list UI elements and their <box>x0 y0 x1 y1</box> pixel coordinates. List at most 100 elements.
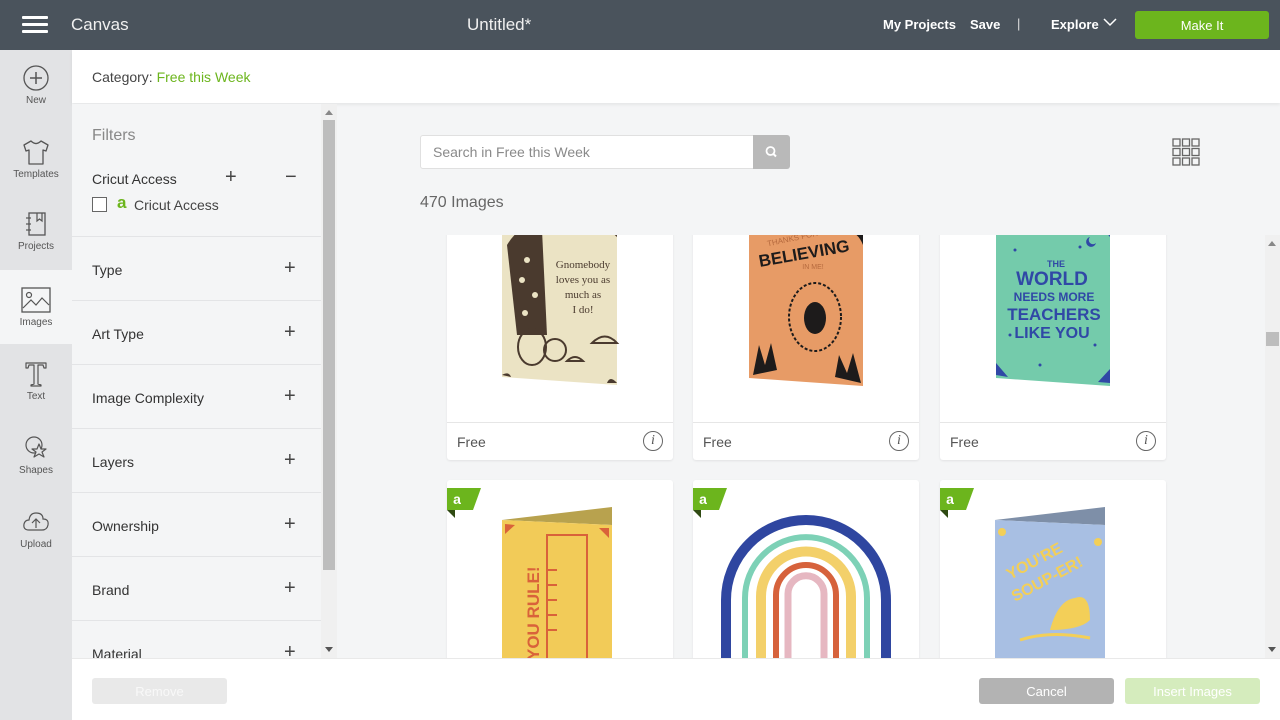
notebook-icon <box>26 212 46 236</box>
category-breadcrumb: Category: Free this Week <box>92 69 250 85</box>
chevron-down-icon[interactable] <box>1103 17 1117 27</box>
filter-label: Layers <box>92 454 135 470</box>
cricut-access-badge-icon: a <box>693 488 727 518</box>
cricut-access-checkbox[interactable] <box>92 197 107 212</box>
image-card[interactable]: YOU'RE SOUP-ER! a <box>940 480 1166 658</box>
info-icon[interactable]: i <box>889 431 909 451</box>
filter-ownership[interactable]: Ownership + <box>72 492 321 556</box>
image-card[interactable]: YOU RULE! a <box>447 480 673 658</box>
shapes-icon <box>25 436 47 458</box>
scroll-down-arrow-icon[interactable] <box>1268 647 1276 652</box>
nav-images[interactable]: Images <box>0 270 72 344</box>
filters-scrollbar[interactable] <box>321 104 337 658</box>
filter-label: Art Type <box>92 326 144 342</box>
nav-text[interactable]: Text <box>0 360 72 434</box>
explore-menu[interactable]: Explore <box>1051 17 1099 32</box>
expand-plus-icon[interactable]: + <box>284 385 296 408</box>
nav-new[interactable]: New <box>0 64 72 138</box>
expand-plus-icon[interactable]: + <box>284 513 296 536</box>
expand-plus-icon[interactable]: + <box>284 321 296 344</box>
filter-brand[interactable]: Brand + <box>72 556 321 620</box>
filter-art-type[interactable]: Art Type + <box>72 300 321 364</box>
filter-layers[interactable]: Layers + <box>72 428 321 492</box>
grid-view-icon[interactable] <box>1172 138 1200 166</box>
remove-button[interactable]: Remove <box>92 678 227 704</box>
cricut-access-badge-icon: a <box>447 488 481 518</box>
card-thumbnail-teachers: THE WORLD NEEDS MORE TEACHERS LIKE YOU <box>996 235 1110 386</box>
text-t-icon <box>25 362 47 387</box>
make-it-button[interactable]: Make It <box>1135 11 1269 39</box>
insert-images-button[interactable]: Insert Images <box>1125 678 1260 704</box>
cloud-upload-icon <box>23 512 49 531</box>
bottom-action-bar: Remove Cancel Insert Images <box>72 658 1280 720</box>
filter-label: Material <box>92 646 142 658</box>
results-count: 470 Images <box>420 194 504 211</box>
menu-hamburger-icon[interactable] <box>22 16 48 34</box>
filter-label: Ownership <box>92 518 159 534</box>
card-price: Free <box>457 434 486 450</box>
image-gallery: Gnomebody loves you as much as I do! Fre… <box>337 235 1262 658</box>
expand-plus-icon[interactable]: + <box>284 577 296 600</box>
search-icon <box>765 146 777 158</box>
nav-label: Text <box>26 391 46 402</box>
card-thumbnail-believing: THANKS FOR BELIEVING IN ME! <box>749 235 863 386</box>
image-card[interactable]: THE WORLD NEEDS MORE TEACHERS LIKE YOU F… <box>940 235 1166 460</box>
collapse-minus-icon[interactable]: − <box>285 166 297 189</box>
cricut-access-checkbox-label[interactable]: Cricut Access <box>134 197 219 213</box>
image-card[interactable]: a <box>693 480 919 658</box>
filter-label: Type <box>92 262 123 278</box>
scrollbar-thumb[interactable] <box>1266 332 1279 346</box>
card-price: Free <box>950 434 979 450</box>
save-link[interactable]: Save <box>970 17 1000 32</box>
card-price: Free <box>703 434 732 450</box>
category-value[interactable]: Free this Week <box>157 69 251 85</box>
nav-label: Projects <box>17 241 55 252</box>
filter-material[interactable]: Material + <box>72 620 321 658</box>
card-footer: Free i <box>447 422 673 460</box>
nav-label: Upload <box>20 539 52 550</box>
my-projects-link[interactable]: My Projects <box>883 17 956 32</box>
info-icon[interactable]: i <box>1136 431 1156 451</box>
cancel-button[interactable]: Cancel <box>979 678 1114 704</box>
expand-plus-icon[interactable]: + <box>225 166 237 189</box>
search-input[interactable] <box>420 135 754 169</box>
image-card[interactable]: THANKS FOR BELIEVING IN ME! Free i <box>693 235 919 460</box>
card-text: WORLD <box>1016 269 1088 290</box>
card-text: TEACHERS <box>1007 305 1101 324</box>
scroll-up-arrow-icon[interactable] <box>325 110 333 115</box>
search-button[interactable] <box>753 135 790 169</box>
filter-image-complexity[interactable]: Image Complexity + <box>72 364 321 428</box>
info-icon[interactable]: i <box>643 431 663 451</box>
card-text: I do! <box>572 304 593 316</box>
card-text: LIKE YOU <box>1014 325 1089 342</box>
expand-plus-icon[interactable]: + <box>284 257 296 280</box>
nav-upload[interactable]: Upload <box>0 508 72 582</box>
rainbow-arc <box>784 572 828 658</box>
nav-label: Images <box>19 317 53 328</box>
nav-templates[interactable]: Templates <box>0 138 72 212</box>
image-card[interactable]: Gnomebody loves you as much as I do! Fre… <box>447 235 673 460</box>
nav-label: Templates <box>13 169 59 180</box>
expand-plus-icon[interactable]: + <box>284 641 296 658</box>
left-navigation: New Templates Projects Images Text Shape… <box>0 50 72 720</box>
scrollbar-thumb[interactable] <box>323 120 335 570</box>
nav-shapes[interactable]: Shapes <box>0 434 72 508</box>
top-bar: Canvas Untitled* My Projects Save | Expl… <box>0 0 1280 50</box>
expand-plus-icon[interactable]: + <box>284 449 296 472</box>
document-title[interactable]: Untitled* <box>467 15 531 35</box>
card-text: THE <box>1047 259 1065 269</box>
cricut-access-badge-icon: a <box>940 488 974 518</box>
scroll-down-arrow-icon[interactable] <box>325 647 333 652</box>
nav-label: New <box>25 95 46 106</box>
filter-label: Image Complexity <box>92 390 205 406</box>
filters-panel: Filters Cricut Access + − a Cricut Acces… <box>72 104 321 658</box>
tshirt-icon <box>23 140 49 165</box>
plus-circle-icon <box>23 65 49 91</box>
access-badge-letter: a <box>699 491 707 507</box>
gallery-scrollbar[interactable] <box>1265 235 1280 658</box>
filter-cricut-access-heading[interactable]: Cricut Access <box>92 171 177 187</box>
cricut-access-logo-icon: a <box>117 193 127 212</box>
scroll-up-arrow-icon[interactable] <box>1268 241 1276 246</box>
filter-type[interactable]: Type + <box>72 236 321 300</box>
card-text: YOU RULE! <box>524 567 543 659</box>
